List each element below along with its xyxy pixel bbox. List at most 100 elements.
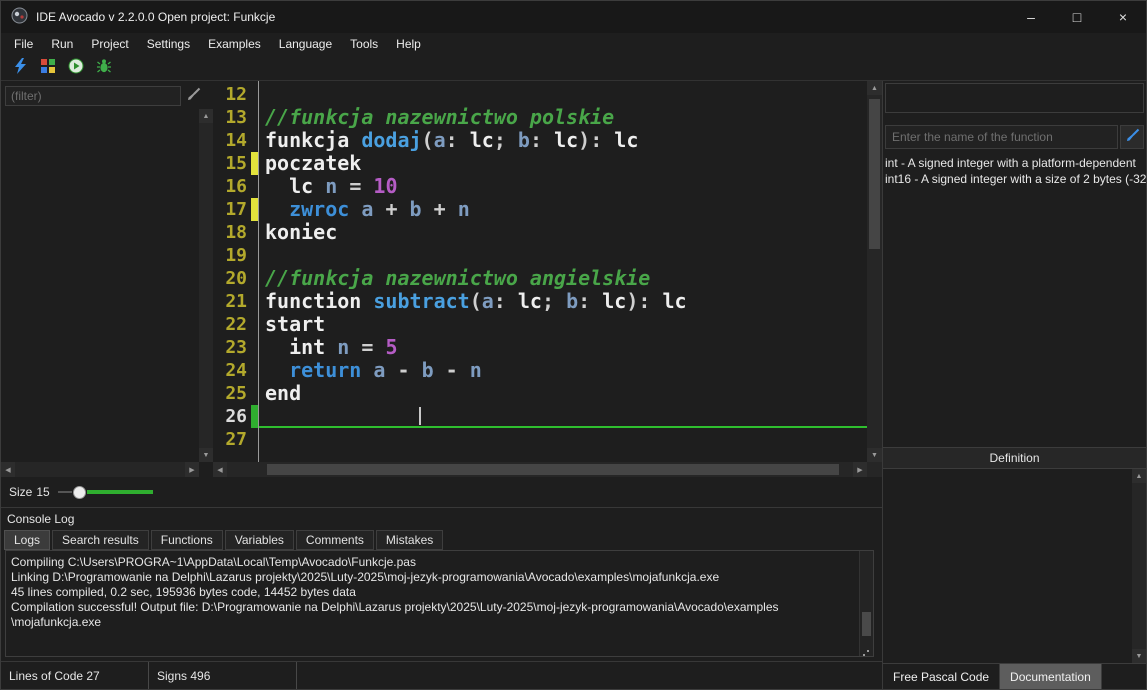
maximize-button[interactable]: □: [1054, 1, 1100, 33]
slider-fill: [87, 490, 153, 494]
menu-item-project[interactable]: Project: [82, 34, 137, 54]
function-search-input[interactable]: [885, 125, 1118, 149]
menu-item-help[interactable]: Help: [387, 34, 430, 54]
scroll-down-icon[interactable]: ▼: [867, 448, 882, 462]
line-number: 16: [213, 175, 248, 198]
code-line-19[interactable]: [259, 244, 867, 267]
run-button[interactable]: [67, 59, 85, 77]
gutter-row: 20: [213, 267, 258, 290]
minimize-button[interactable]: –: [1008, 1, 1054, 33]
code-line-27[interactable]: [259, 428, 867, 451]
code-token: function: [265, 289, 373, 313]
scrollbar-track[interactable]: [867, 95, 882, 448]
colors-button[interactable]: [39, 59, 57, 77]
code-token: -: [385, 358, 421, 382]
editor-code[interactable]: //funkcja nazewnictwo polskiefunkcja dod…: [259, 81, 867, 462]
filter-input[interactable]: [5, 86, 181, 106]
title-bar[interactable]: IDE Avocado v 2.2.0.0 Open project: Funk…: [1, 1, 1146, 33]
log-line: Compilation successful! Output file: D:\…: [11, 600, 853, 615]
editor-horizontal-scrollbar[interactable]: ◀ ▶: [213, 462, 882, 477]
resize-grip-icon[interactable]: [867, 650, 869, 652]
editor-vertical-scrollbar[interactable]: ▲ ▼: [867, 81, 882, 462]
filter-brush-icon[interactable]: [186, 87, 201, 105]
code-token: b: [566, 289, 578, 313]
tab-search-results[interactable]: Search results: [52, 530, 149, 550]
menu-item-settings[interactable]: Settings: [138, 34, 199, 54]
left-panel: ▲ ▼ ◀ ▶: [1, 81, 213, 477]
tab-free-pascal-code[interactable]: Free Pascal Code: [883, 664, 1000, 689]
scrollbar-track[interactable]: [199, 123, 213, 448]
code-line-24[interactable]: return a - b - n: [259, 359, 867, 382]
log-output[interactable]: Compiling C:\Users\PROGRA~1\AppData\Loca…: [5, 550, 874, 657]
font-size-slider[interactable]: [58, 486, 153, 499]
code-line-23[interactable]: int n = 5: [259, 336, 867, 359]
function-result-item[interactable]: int - A signed integer with a platform-d…: [885, 155, 1146, 171]
code-token: poczatek: [265, 151, 361, 175]
scrollbar-thumb[interactable]: [267, 464, 839, 475]
code-line-25[interactable]: end: [259, 382, 867, 405]
function-result-item[interactable]: int16 - A signed integer with a size of …: [885, 171, 1146, 187]
code-line-26[interactable]: [259, 405, 867, 428]
tab-functions[interactable]: Functions: [151, 530, 223, 550]
code-line-21[interactable]: function subtract(a: lc; b: lc): lc: [259, 290, 867, 313]
code-line-20[interactable]: //funkcja nazewnictwo angielskie: [259, 267, 867, 290]
code-line-12[interactable]: [259, 83, 867, 106]
code-line-18[interactable]: koniec: [259, 221, 867, 244]
scroll-up-icon[interactable]: ▲: [199, 109, 213, 123]
tab-mistakes[interactable]: Mistakes: [376, 530, 443, 550]
code-line-22[interactable]: start: [259, 313, 867, 336]
code-line-13[interactable]: //funkcja nazewnictwo polskie: [259, 106, 867, 129]
scrollbar-track[interactable]: [227, 462, 853, 477]
line-number: 21: [213, 290, 248, 313]
slider-track: [58, 491, 72, 493]
file-list[interactable]: [1, 109, 199, 462]
left-vertical-scrollbar[interactable]: ▲ ▼: [199, 109, 213, 462]
gutter-marker-slot: [251, 313, 258, 336]
gutter-row: 23: [213, 336, 258, 359]
compile-button[interactable]: [11, 59, 29, 77]
close-button[interactable]: ×: [1100, 1, 1146, 33]
scroll-right-icon[interactable]: ▶: [185, 462, 199, 477]
scroll-left-icon[interactable]: ◀: [213, 462, 227, 477]
menu-item-examples[interactable]: Examples: [199, 34, 270, 54]
code-token: lc: [602, 289, 626, 313]
scroll-right-icon[interactable]: ▶: [853, 462, 867, 477]
tab-logs[interactable]: Logs: [4, 530, 50, 550]
tab-variables[interactable]: Variables: [225, 530, 294, 550]
code-line-16[interactable]: lc n = 10: [259, 175, 867, 198]
line-number: 23: [213, 336, 248, 359]
gutter-marker-slot: [251, 359, 258, 382]
definition-scrollbar[interactable]: ▲ ▼: [1132, 469, 1146, 663]
code-token: -: [434, 358, 470, 382]
menu-item-language[interactable]: Language: [270, 34, 341, 54]
status-item: Lines of Code 27: [1, 662, 149, 689]
scrollbar-track[interactable]: [1132, 483, 1146, 649]
code-token: koniec: [265, 220, 337, 244]
ide-window: IDE Avocado v 2.2.0.0 Open project: Funk…: [0, 0, 1147, 690]
scroll-down-icon[interactable]: ▼: [199, 448, 213, 462]
menu-item-run[interactable]: Run: [42, 34, 82, 54]
left-horizontal-scrollbar[interactable]: ◀ ▶: [1, 462, 199, 477]
gutter-row: 21: [213, 290, 258, 313]
code-line-15[interactable]: poczatek: [259, 152, 867, 175]
scroll-up-icon[interactable]: ▲: [1132, 469, 1146, 483]
slider-thumb[interactable]: [73, 486, 86, 499]
run-play-icon: [68, 58, 84, 77]
scroll-up-icon[interactable]: ▲: [867, 81, 882, 95]
tab-comments[interactable]: Comments: [296, 530, 374, 550]
log-vertical-scrollbar[interactable]: [859, 551, 873, 656]
definition-body: ▲ ▼: [883, 469, 1146, 663]
scrollbar-track[interactable]: [15, 462, 185, 477]
code-line-17[interactable]: zwroc a + b + n: [259, 198, 867, 221]
scrollbar-thumb[interactable]: [862, 612, 871, 636]
menu-item-tools[interactable]: Tools: [341, 34, 387, 54]
code-line-14[interactable]: funkcja dodaj(a: lc; b: lc): lc: [259, 129, 867, 152]
menu-item-file[interactable]: File: [5, 34, 42, 54]
scrollbar-thumb[interactable]: [869, 99, 880, 249]
debug-button[interactable]: [95, 59, 113, 77]
function-search-button[interactable]: [1120, 125, 1144, 149]
tab-documentation[interactable]: Documentation: [1000, 664, 1102, 689]
scroll-down-icon[interactable]: ▼: [1132, 649, 1146, 663]
scroll-left-icon[interactable]: ◀: [1, 462, 15, 477]
gutter-row: 13: [213, 106, 258, 129]
